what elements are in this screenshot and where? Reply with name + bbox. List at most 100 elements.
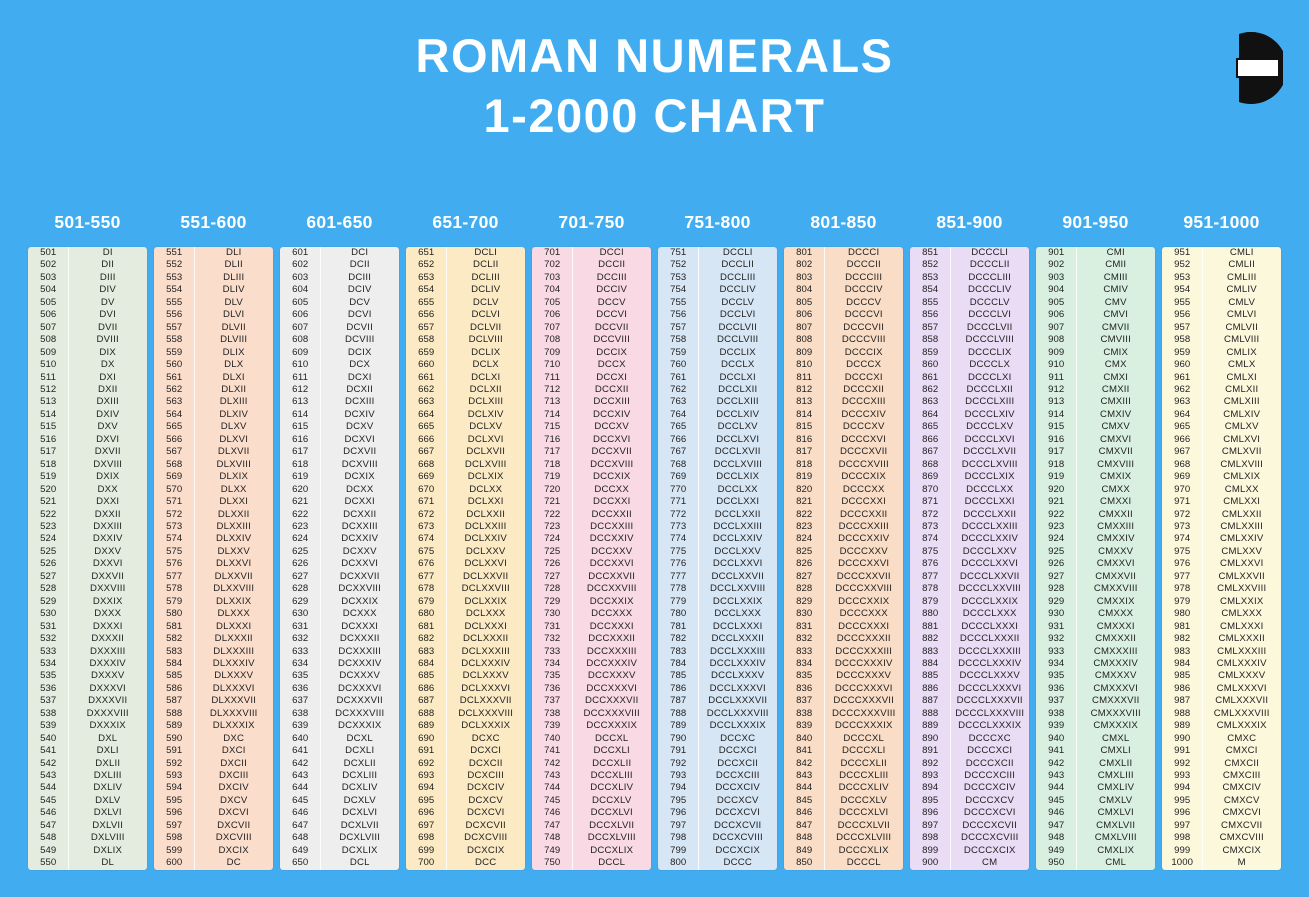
roman-numeral: DCCCXLIX xyxy=(838,844,889,856)
arabic-number: 565 xyxy=(166,421,183,433)
roman-numeral: DXIX xyxy=(96,471,120,483)
arabic-number: 501 xyxy=(40,247,57,258)
roman-numeral: DLXXXIV xyxy=(212,657,255,669)
roman-numeral: DLXXIII xyxy=(216,520,251,532)
arabic-number: 595 xyxy=(166,794,183,806)
arabic-number: 731 xyxy=(544,620,561,632)
arabic-number: 918 xyxy=(1048,458,1065,470)
roman-numeral: DXCII xyxy=(220,757,248,769)
roman-numeral: CMXLVIII xyxy=(1094,832,1137,844)
roman-numeral: DCIII xyxy=(348,271,372,283)
arabic-number: 844 xyxy=(796,782,813,794)
table-row: 578 DLXXVIII xyxy=(154,583,273,595)
table-row: 595 DXCV xyxy=(154,795,273,807)
roman-numeral: DCCCLV xyxy=(969,296,1010,308)
roman-numeral: DLVIII xyxy=(220,334,248,346)
roman-numeral: DCCLXXI xyxy=(716,496,760,508)
arabic-number: 504 xyxy=(40,284,57,296)
arabic-number: 730 xyxy=(544,608,561,620)
table-row: 564 DLXIV xyxy=(154,409,273,421)
arabic-number: 885 xyxy=(922,670,939,682)
table-row: 510 DX xyxy=(28,359,147,371)
roman-numeral: DXCVIII xyxy=(215,832,252,844)
roman-numeral: DXII xyxy=(97,383,118,395)
arabic-number: 748 xyxy=(544,832,561,844)
arabic-number: 682 xyxy=(418,633,435,645)
arabic-number: 544 xyxy=(40,782,57,794)
roman-numeral: DCCXXVIII xyxy=(586,583,637,595)
table-row: 570 DLXX xyxy=(154,484,273,496)
arabic-number: 805 xyxy=(796,296,813,308)
table-row: 898 DCCCXCVIII xyxy=(910,832,1029,844)
roman-numeral: DCCCLXXVIII xyxy=(958,583,1021,595)
arabic-number: 904 xyxy=(1048,284,1065,296)
roman-numeral: DXLI xyxy=(96,745,119,757)
chart-header: ROMAN NUMERALS 1-2000 CHART xyxy=(0,0,1309,200)
table-row: 607 DCVII xyxy=(280,322,399,334)
table-row: 878 DCCCLXXVIII xyxy=(910,583,1029,595)
roman-numeral: DCXV xyxy=(345,421,374,433)
arabic-number: 556 xyxy=(166,309,183,321)
table-row: 539 DXXXIX xyxy=(28,720,147,732)
roman-numeral: DCCLXXVIII xyxy=(710,583,766,595)
arabic-number: 615 xyxy=(292,421,309,433)
roman-numeral: DCCCLXV xyxy=(966,421,1014,433)
roman-numeral: DCXLVI xyxy=(342,807,378,819)
arabic-number: 594 xyxy=(166,782,183,794)
table-row: 779 DCCLXXIX xyxy=(658,596,777,608)
arabic-number: 903 xyxy=(1048,271,1065,283)
table-row: 854 DCCCLIV xyxy=(910,284,1029,296)
arabic-number: 733 xyxy=(544,645,561,657)
roman-numeral: DCXC xyxy=(471,732,500,744)
table-row: 675 DCLXXV xyxy=(406,546,525,558)
table-row: 604 DCIV xyxy=(280,284,399,296)
roman-numeral: DVII xyxy=(97,321,118,333)
roman-numeral: CMLVIII xyxy=(1224,334,1260,346)
table-row: 875 DCCCLXXV xyxy=(910,546,1029,558)
table-row: 624 DCXXIV xyxy=(280,533,399,545)
table-row: 963 CMLXIII xyxy=(1162,396,1281,408)
roman-numeral: DCCXXXI xyxy=(589,620,634,632)
roman-numeral: CMXXXIII xyxy=(1093,645,1138,657)
table-row: 802 DCCCII xyxy=(784,259,903,271)
arabic-number: 851 xyxy=(922,247,939,258)
table-row: 512 DXII xyxy=(28,384,147,396)
arabic-number: 987 xyxy=(1174,695,1191,707)
table-row: 639 DCXXXIX xyxy=(280,720,399,732)
table-row: 669 DCLXIX xyxy=(406,471,525,483)
arabic-number: 591 xyxy=(166,745,183,757)
table-row: 731 DCCXXXI xyxy=(532,621,651,633)
roman-numeral: DCCLXXV xyxy=(714,545,762,557)
table-row: 748 DCCXLVIII xyxy=(532,832,651,844)
arabic-number: 667 xyxy=(418,446,435,458)
table-row: 936 CMXXXVI xyxy=(1036,683,1155,695)
arabic-number: 648 xyxy=(292,832,309,844)
table-row: 800 DCCC xyxy=(658,857,777,869)
roman-numeral: DLXVII xyxy=(217,446,250,458)
roman-numeral: DLXXV xyxy=(217,545,250,557)
roman-numeral: DCCI xyxy=(599,247,624,258)
table-row: 935 CMXXXV xyxy=(1036,670,1155,682)
arabic-number: 551 xyxy=(166,247,183,258)
table-row: 788 DCCLXXXVIII xyxy=(658,708,777,720)
table-row: 641 DCXLI xyxy=(280,745,399,757)
table-row: 932 CMXXXII xyxy=(1036,633,1155,645)
arabic-number: 639 xyxy=(292,720,309,732)
table-row: 717 DCCXVII xyxy=(532,446,651,458)
table-row: 955 CMLV xyxy=(1162,297,1281,309)
arabic-number: 607 xyxy=(292,321,309,333)
table-row: 998 CMXCVIII xyxy=(1162,832,1281,844)
roman-numeral: DCXXXIX xyxy=(337,720,382,732)
table-row: 966 CMLXVI xyxy=(1162,434,1281,446)
arabic-number: 862 xyxy=(922,383,939,395)
roman-numeral: DCXXXIII xyxy=(338,645,382,657)
roman-numeral: DCCLII xyxy=(721,259,755,271)
roman-numeral: DCCLV xyxy=(721,296,755,308)
arabic-number: 632 xyxy=(292,633,309,645)
table-row: 991 CMXCI xyxy=(1162,745,1281,757)
table-row: 597 DXCVII xyxy=(154,820,273,832)
arabic-number: 801 xyxy=(796,247,813,258)
roman-numeral: DCCCLXVI xyxy=(964,433,1015,445)
roman-numeral: CMXC xyxy=(1227,732,1257,744)
roman-numeral: DCCLXXIV xyxy=(712,533,763,545)
